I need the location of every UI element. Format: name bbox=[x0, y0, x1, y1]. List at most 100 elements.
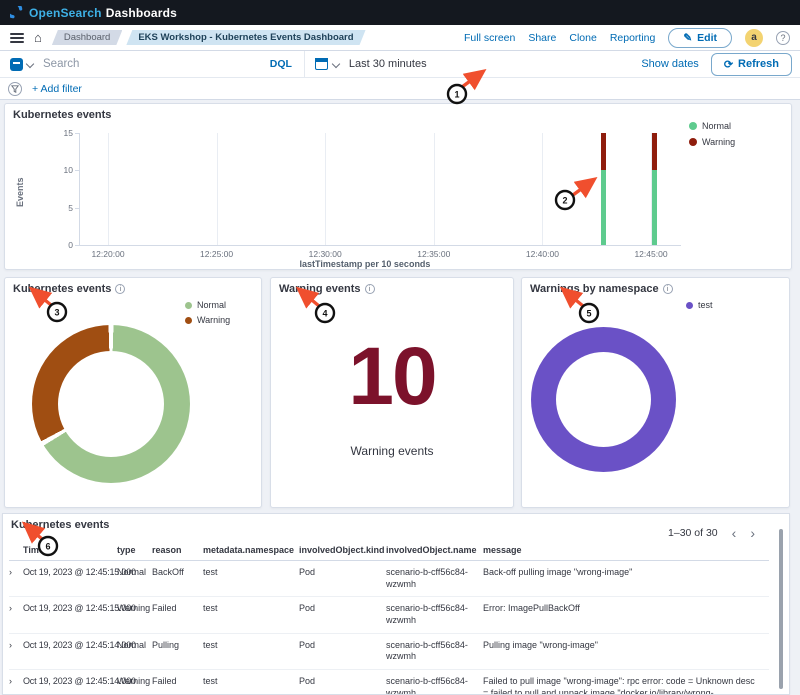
cell-time: Oct 19, 2023 @ 12:45:15.000 bbox=[23, 561, 117, 597]
col-header-reason[interactable]: reason bbox=[152, 541, 203, 561]
panel-kubernetes-events-donut: Kubernetes events i Normal Warning bbox=[4, 277, 262, 508]
y-axis-line bbox=[79, 133, 80, 245]
chevron-down-icon[interactable] bbox=[26, 61, 33, 68]
col-header-time[interactable]: Time▾ bbox=[23, 541, 117, 561]
pagination-prev-icon[interactable]: ‹ bbox=[732, 526, 737, 540]
full-screen-link[interactable]: Full screen bbox=[464, 32, 515, 44]
filter-funnel-icon[interactable] bbox=[8, 82, 22, 96]
edit-button-label: Edit bbox=[697, 32, 717, 44]
cell-reason: Failed bbox=[152, 670, 203, 695]
cell-kind: Pod bbox=[299, 597, 386, 633]
cell-reason: Failed bbox=[152, 597, 203, 633]
calendar-icon[interactable] bbox=[315, 58, 328, 70]
cell-kind: Pod bbox=[299, 670, 386, 695]
breadcrumb-current-dashboard: EKS Workshop - Kubernetes Events Dashboa… bbox=[126, 30, 365, 45]
col-header-type[interactable]: type bbox=[117, 541, 152, 561]
y-tick-label: 15 bbox=[53, 128, 73, 138]
opensearch-logo-icon bbox=[10, 6, 23, 19]
cell-reason: BackOff bbox=[152, 561, 203, 597]
legend-item-normal[interactable]: Normal bbox=[185, 300, 230, 310]
normal-bar-segment[interactable] bbox=[652, 170, 657, 245]
panel-title-text: Kubernetes events bbox=[11, 519, 109, 531]
edit-button[interactable]: ✎ Edit bbox=[668, 28, 732, 48]
panel-kubernetes-events-histogram: Kubernetes events 12:20:0012:25:0012:30:… bbox=[4, 103, 792, 270]
home-icon[interactable]: ⌂ bbox=[34, 30, 42, 45]
x-tick-label: 12:40:00 bbox=[526, 249, 559, 259]
table-row: ›Oct 19, 2023 @ 12:45:14.000WarningFaile… bbox=[9, 670, 769, 695]
col-header-namespace[interactable]: metadata.namespace bbox=[203, 541, 299, 561]
breadcrumb-dashboard[interactable]: Dashboard bbox=[52, 30, 122, 45]
donut-hole bbox=[556, 352, 651, 447]
normal-bar-segment[interactable] bbox=[601, 170, 606, 245]
app-title: OpenSearchDashboards bbox=[29, 6, 177, 20]
panel-title-text: Kubernetes events bbox=[13, 283, 111, 295]
table-scrollbar[interactable] bbox=[779, 529, 783, 689]
x-gridline bbox=[108, 133, 109, 245]
legend-item-warning[interactable]: Warning bbox=[185, 315, 230, 325]
panel-kubernetes-events-table: Kubernetes events 1–30 of 30 ‹ › Time▾ t… bbox=[2, 513, 790, 695]
table-row: ›Oct 19, 2023 @ 12:45:15.000WarningFaile… bbox=[9, 597, 769, 633]
reporting-link[interactable]: Reporting bbox=[610, 32, 656, 44]
chart-legend: Normal Warning bbox=[689, 121, 735, 147]
legend-label: Normal bbox=[197, 300, 226, 310]
user-avatar[interactable]: a bbox=[745, 29, 763, 47]
pagination-count: 1–30 of 30 bbox=[668, 527, 718, 539]
warning-bar-segment[interactable] bbox=[601, 133, 606, 170]
x-axis-line bbox=[79, 245, 681, 246]
col-header-message[interactable]: message bbox=[483, 541, 769, 561]
chart-legend: test bbox=[686, 300, 713, 310]
chevron-down-icon[interactable] bbox=[332, 61, 339, 68]
legend-item-warning[interactable]: Warning bbox=[689, 137, 735, 147]
cell-namespace: test bbox=[203, 597, 299, 633]
help-icon[interactable]: ? bbox=[776, 31, 790, 45]
expand-row-button[interactable]: › bbox=[9, 670, 23, 695]
x-gridline bbox=[542, 133, 543, 245]
cell-name: scenario-b-cff56c84-wzwmh bbox=[386, 633, 483, 669]
namespace-donut-chart[interactable] bbox=[531, 327, 676, 472]
refresh-button[interactable]: ⟳ Refresh bbox=[711, 53, 792, 76]
share-link[interactable]: Share bbox=[528, 32, 556, 44]
info-icon[interactable]: i bbox=[365, 284, 375, 294]
y-tick-label: 10 bbox=[53, 165, 73, 175]
top-brand-bar: OpenSearchDashboards bbox=[0, 0, 800, 25]
info-icon[interactable]: i bbox=[115, 284, 125, 294]
search-input[interactable] bbox=[43, 58, 258, 70]
panel-title: Warning events i bbox=[271, 278, 513, 295]
saved-query-icon[interactable] bbox=[10, 58, 23, 71]
query-bar: DQL Last 30 minutes Show dates ⟳ Refresh bbox=[0, 51, 800, 78]
add-filter-link[interactable]: + Add filter bbox=[32, 83, 82, 95]
events-donut-chart[interactable] bbox=[32, 325, 190, 483]
x-tick-label: 12:45:00 bbox=[634, 249, 667, 259]
cell-time: Oct 19, 2023 @ 12:45:14.000 bbox=[23, 633, 117, 669]
y-tick-label: 0 bbox=[53, 240, 73, 250]
info-icon[interactable]: i bbox=[663, 284, 673, 294]
time-range-value[interactable]: Last 30 minutes bbox=[349, 58, 427, 70]
expand-row-button[interactable]: › bbox=[9, 633, 23, 669]
dql-selector[interactable]: DQL bbox=[258, 58, 304, 70]
legend-item-test[interactable]: test bbox=[686, 300, 713, 310]
table-row: ›Oct 19, 2023 @ 12:45:14.000NormalPullin… bbox=[9, 633, 769, 669]
cell-name: scenario-b-cff56c84-wzwmh bbox=[386, 597, 483, 633]
nav-actions: Full screen Share Clone Reporting ✎ Edit… bbox=[464, 28, 792, 48]
clone-link[interactable]: Clone bbox=[569, 32, 596, 44]
warning-events-count: 10 bbox=[271, 336, 513, 418]
cell-message: Back-off pulling image "wrong-image" bbox=[483, 561, 769, 597]
legend-item-normal[interactable]: Normal bbox=[689, 121, 735, 131]
warning-bar-segment[interactable] bbox=[652, 133, 657, 170]
col-header-kind[interactable]: involvedObject.kind bbox=[299, 541, 386, 561]
cell-namespace: test bbox=[203, 561, 299, 597]
panel-title-text: Warning events bbox=[279, 283, 361, 295]
pagination-next-icon[interactable]: › bbox=[750, 526, 755, 540]
panel-warning-events-metric: Warning events i 10 Warning events bbox=[270, 277, 514, 508]
col-header-name[interactable]: involvedObject.name bbox=[386, 541, 483, 561]
expand-row-button[interactable]: › bbox=[9, 561, 23, 597]
cell-namespace: test bbox=[203, 670, 299, 695]
donut-hole bbox=[58, 351, 164, 457]
expand-row-button[interactable]: › bbox=[9, 597, 23, 633]
cell-message: Error: ImagePullBackOff bbox=[483, 597, 769, 633]
show-dates-link[interactable]: Show dates bbox=[641, 58, 698, 70]
filter-bar: + Add filter bbox=[0, 78, 800, 100]
menu-hamburger-icon[interactable] bbox=[10, 33, 24, 43]
cell-message: Failed to pull image "wrong-image": rpc … bbox=[483, 670, 769, 695]
cell-type: Normal bbox=[117, 633, 152, 669]
